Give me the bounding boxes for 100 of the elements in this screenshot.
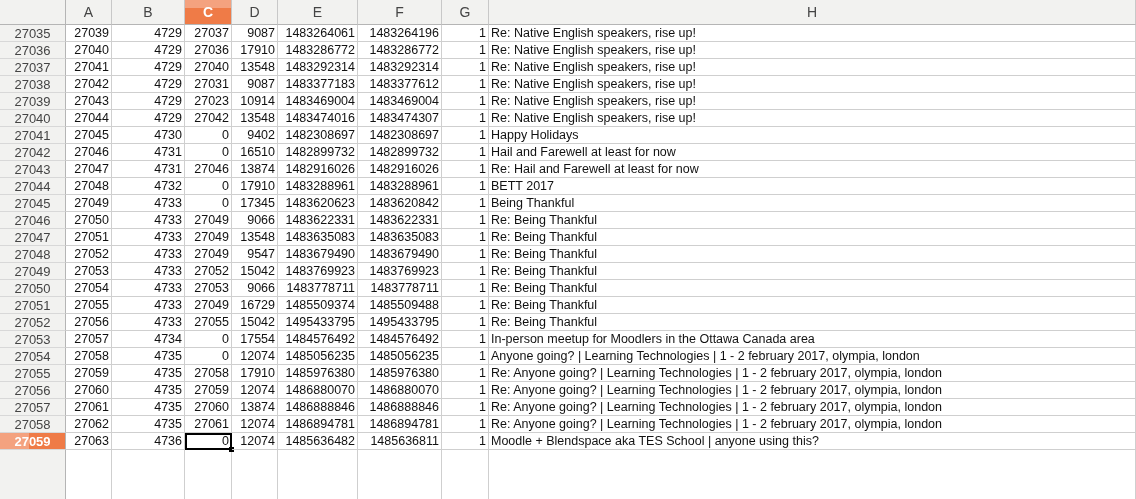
table-cell[interactable]: 1482916026 — [358, 161, 442, 178]
table-cell[interactable]: 1 — [442, 399, 489, 416]
table-cell[interactable]: 13548 — [232, 229, 278, 246]
table-cell[interactable]: 1483679490 — [358, 246, 442, 263]
table-cell[interactable]: 1 — [442, 178, 489, 195]
table-cell[interactable]: 1 — [442, 212, 489, 229]
table-cell[interactable]: 27056 — [66, 314, 112, 331]
column-header[interactable]: E — [278, 0, 358, 25]
table-cell[interactable]: 27041 — [66, 59, 112, 76]
table-cell[interactable]: 1 — [442, 433, 489, 450]
table-cell[interactable]: 27048 — [66, 178, 112, 195]
table-cell[interactable]: 4735 — [112, 382, 185, 399]
table-cell[interactable]: 4729 — [112, 93, 185, 110]
table-cell[interactable]: 1 — [442, 297, 489, 314]
table-cell[interactable]: 4733 — [112, 280, 185, 297]
row-header[interactable]: 27041 — [0, 127, 66, 144]
table-cell[interactable]: Re: Being Thankful — [489, 229, 1136, 246]
table-cell[interactable]: 1 — [442, 331, 489, 348]
table-cell[interactable]: 1483286772 — [358, 42, 442, 59]
table-cell[interactable]: 4736 — [112, 433, 185, 450]
row-header[interactable]: 27040 — [0, 110, 66, 127]
row-header[interactable]: 27048 — [0, 246, 66, 263]
table-cell[interactable]: 27063 — [66, 433, 112, 450]
table-cell[interactable]: 27043 — [66, 93, 112, 110]
table-cell[interactable]: 4735 — [112, 416, 185, 433]
row-header[interactable]: 27046 — [0, 212, 66, 229]
table-cell[interactable]: 4733 — [112, 263, 185, 280]
table-cell[interactable]: 15042 — [232, 314, 278, 331]
row-header[interactable]: 27044 — [0, 178, 66, 195]
table-cell[interactable]: 12074 — [232, 416, 278, 433]
table-cell[interactable]: 4733 — [112, 314, 185, 331]
table-cell[interactable]: 16729 — [232, 297, 278, 314]
table-cell[interactable]: 0 — [185, 178, 232, 195]
table-cell[interactable]: 1485976380 — [278, 365, 358, 382]
table-cell[interactable]: 4735 — [112, 399, 185, 416]
table-cell[interactable]: 17910 — [232, 178, 278, 195]
row-header[interactable]: 27035 — [0, 25, 66, 42]
table-cell[interactable]: 13874 — [232, 399, 278, 416]
table-cell[interactable]: 1495433795 — [358, 314, 442, 331]
table-cell[interactable]: Re: Anyone going? | Learning Technologies | 1 - 2 february 2017, olympia, london — [489, 365, 1136, 382]
table-cell[interactable]: 17345 — [232, 195, 278, 212]
table-cell[interactable]: In-person meetup for Moodlers in the Ottawa Canada area — [489, 331, 1136, 348]
table-cell[interactable]: 1 — [442, 59, 489, 76]
table-cell[interactable]: 27061 — [66, 399, 112, 416]
row-header[interactable]: 27050 — [0, 280, 66, 297]
table-cell[interactable]: 1482899732 — [278, 144, 358, 161]
table-cell[interactable]: 27046 — [185, 161, 232, 178]
table-cell[interactable]: 1483622331 — [358, 212, 442, 229]
table-cell[interactable]: 1482308697 — [358, 127, 442, 144]
table-cell[interactable]: 1483778711 — [278, 280, 358, 297]
table-cell[interactable]: 27055 — [66, 297, 112, 314]
table-cell[interactable]: 27046 — [66, 144, 112, 161]
table-cell[interactable]: 27060 — [66, 382, 112, 399]
table-cell[interactable]: 27052 — [185, 263, 232, 280]
row-header[interactable]: 27047 — [0, 229, 66, 246]
table-cell[interactable]: 4732 — [112, 178, 185, 195]
table-cell[interactable]: 1483769923 — [278, 263, 358, 280]
table-cell[interactable]: 27023 — [185, 93, 232, 110]
column-header[interactable]: H — [489, 0, 1136, 25]
table-cell[interactable]: Re: Being Thankful — [489, 212, 1136, 229]
table-cell[interactable]: 1485509488 — [358, 297, 442, 314]
table-cell[interactable]: 1483635083 — [278, 229, 358, 246]
table-cell[interactable]: 9066 — [232, 212, 278, 229]
table-cell[interactable]: Re: Being Thankful — [489, 280, 1136, 297]
row-header[interactable]: 27045 — [0, 195, 66, 212]
table-cell[interactable]: 27059 — [185, 382, 232, 399]
table-cell[interactable]: 1483292314 — [278, 59, 358, 76]
table-cell[interactable]: 1483622331 — [278, 212, 358, 229]
table-cell[interactable]: 9402 — [232, 127, 278, 144]
table-cell[interactable]: 27040 — [66, 42, 112, 59]
table-cell[interactable]: Re: Native English speakers, rise up! — [489, 76, 1136, 93]
table-cell[interactable]: 27053 — [185, 280, 232, 297]
table-cell[interactable]: BETT 2017 — [489, 178, 1136, 195]
table-cell[interactable]: 1483469004 — [278, 93, 358, 110]
table-cell[interactable]: 4733 — [112, 212, 185, 229]
table-cell[interactable]: Re: Being Thankful — [489, 263, 1136, 280]
table-cell[interactable]: 0 — [185, 127, 232, 144]
table-cell[interactable]: 1483635083 — [358, 229, 442, 246]
table-cell[interactable]: Re: Native English speakers, rise up! — [489, 59, 1136, 76]
table-cell[interactable]: 1 — [442, 246, 489, 263]
table-cell[interactable]: 27050 — [66, 212, 112, 229]
table-cell[interactable]: 1485636811 — [358, 433, 442, 450]
table-cell[interactable]: 4733 — [112, 297, 185, 314]
table-cell[interactable]: 1483620842 — [358, 195, 442, 212]
table-cell[interactable]: 15042 — [232, 263, 278, 280]
table-cell[interactable]: 4731 — [112, 144, 185, 161]
table-cell[interactable]: 1 — [442, 76, 489, 93]
table-cell[interactable]: 9087 — [232, 25, 278, 42]
row-header[interactable]: 27055 — [0, 365, 66, 382]
table-cell[interactable]: 1483288961 — [358, 178, 442, 195]
table-cell[interactable]: 1 — [442, 110, 489, 127]
table-cell[interactable]: 1485509374 — [278, 297, 358, 314]
table-cell[interactable]: 27031 — [185, 76, 232, 93]
table-cell[interactable]: 1 — [442, 25, 489, 42]
table-cell[interactable]: 0 — [185, 331, 232, 348]
table-cell[interactable]: 4735 — [112, 365, 185, 382]
table-cell[interactable]: 1486894781 — [278, 416, 358, 433]
table-cell[interactable]: 27053 — [66, 263, 112, 280]
row-header[interactable]: 27057 — [0, 399, 66, 416]
table-cell[interactable]: 1483679490 — [278, 246, 358, 263]
